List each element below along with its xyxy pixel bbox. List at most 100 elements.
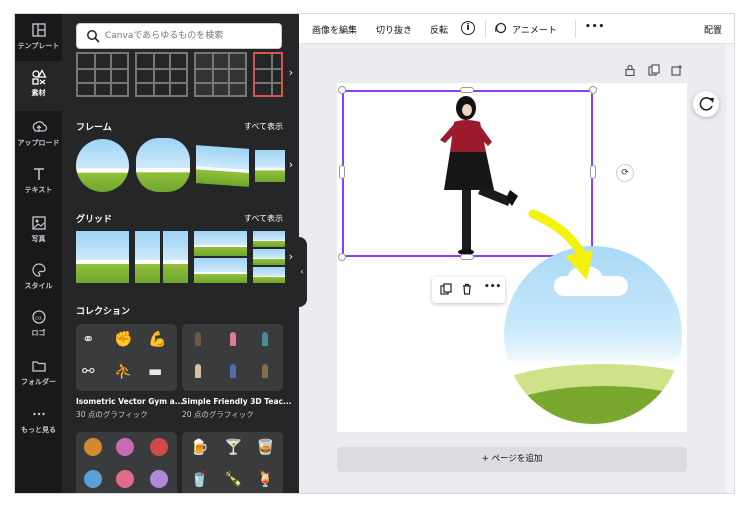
beer-icon: 🍺 — [190, 438, 209, 456]
yellow-arrow-annotation — [528, 209, 593, 280]
rail-item-logo[interactable]: co. ロゴ — [15, 301, 62, 351]
grid-thumbnail[interactable] — [253, 231, 285, 283]
resize-handle[interactable] — [460, 254, 474, 260]
rail-item-palette[interactable]: スタイル — [15, 254, 62, 304]
rail-item-text[interactable]: テキスト — [15, 158, 62, 208]
rail-item-photo[interactable]: 写真 — [15, 207, 62, 257]
edit-image-button[interactable]: 画像を編集 — [312, 23, 357, 36]
rail-item-label: ロゴ — [31, 329, 46, 337]
duplicate-page-icon[interactable] — [648, 64, 660, 76]
rail-item-label: もっと見る — [21, 426, 56, 434]
rail-item-template[interactable]: テンプレート — [15, 14, 62, 64]
rotate-icon: ⟳ — [621, 168, 629, 178]
canvas-scrollbar[interactable] — [726, 44, 734, 493]
teacher-figure-icon — [230, 364, 236, 378]
collection-title-gym: Isometric Vector Gym a... — [76, 397, 184, 406]
duplicate-element-button[interactable] — [440, 283, 452, 298]
grid-thumbnail[interactable] — [194, 231, 247, 283]
rail-item-label: アップロード — [17, 139, 60, 147]
trash-icon — [463, 283, 471, 295]
cocktail-icon: 🍸 — [224, 438, 243, 456]
collection-card-teacher[interactable] — [182, 324, 283, 391]
top-toolbar: 画像を編集 切り抜き 反転 i アニメート ••• 配置 — [299, 14, 734, 44]
can-icon: 🥤 — [190, 470, 209, 488]
rail-item-more[interactable]: もっと見る — [15, 398, 62, 448]
chevron-right-icon[interactable]: › — [284, 66, 298, 80]
lifter-icon: ⛹ — [114, 362, 133, 380]
chevron-right-icon[interactable]: › — [284, 250, 298, 264]
barbell-icon: ▬ — [148, 362, 163, 380]
elements-panel: › フレーム すべて表示 › グリッド すべて表示 › コレクション ⚭ — [62, 14, 299, 493]
grid-thumbnail[interactable] — [76, 231, 129, 283]
teacher-figure-icon — [262, 332, 268, 346]
rail-item-label: スタイル — [24, 282, 53, 290]
badge-frame[interactable] — [136, 138, 190, 192]
search-icon — [87, 30, 100, 43]
delete-element-button[interactable] — [461, 283, 473, 298]
sticker-icon — [150, 438, 168, 456]
collection-title-teacher: Simple Friendly 3D Teac... — [182, 397, 292, 406]
rail-item-elements[interactable]: 素材 — [15, 61, 62, 111]
flip-button[interactable]: 反転 — [430, 23, 448, 36]
info-button[interactable]: i — [461, 21, 475, 35]
teacher-figure-icon — [262, 364, 268, 378]
weight-icon: ⚯ — [82, 362, 95, 380]
wave-frame[interactable] — [196, 145, 249, 187]
animate-label: アニメート — [512, 26, 557, 36]
more-icon — [32, 412, 45, 416]
table-thumbnail[interactable] — [194, 52, 247, 97]
resize-handle[interactable] — [460, 87, 474, 93]
resize-handle[interactable] — [590, 165, 596, 179]
collection-card-drinks[interactable]: 🍺 🍸 🥃 🥤 🍾 🍹 — [182, 432, 283, 493]
bottle-icon: 🍾 — [224, 470, 243, 488]
more-options-button[interactable]: ••• — [585, 22, 605, 32]
search-box[interactable] — [76, 23, 282, 49]
sticker-icon — [116, 470, 134, 488]
elements-icon — [31, 69, 47, 85]
chevron-right-icon[interactable]: › — [284, 158, 298, 172]
sticker-icon — [116, 438, 134, 456]
table-thumbnail[interactable] — [76, 52, 129, 97]
resize-handle[interactable] — [339, 165, 345, 179]
collection-card-stickers[interactable] — [76, 432, 177, 493]
refresh-button[interactable] — [693, 91, 719, 117]
sticker-icon — [84, 438, 102, 456]
glass-icon: 🥃 — [256, 438, 275, 456]
frames-title: フレーム — [76, 123, 112, 133]
collapse-panel-button[interactable]: ‹ — [297, 237, 307, 307]
crop-button[interactable]: 切り抜き — [376, 23, 412, 36]
search-input[interactable] — [105, 28, 275, 44]
add-page-button[interactable]: + ページを追加 — [337, 447, 687, 472]
resize-handle[interactable] — [338, 86, 346, 94]
divider — [485, 20, 486, 38]
folder-icon — [31, 361, 46, 372]
divider — [575, 20, 576, 38]
rotate-handle[interactable]: ⟳ — [616, 164, 634, 182]
position-button[interactable]: 配置 — [704, 23, 722, 36]
side-rail: テンプレート 素材アップロード テキスト写真スタイル co. ロゴフォルダーもっと見る — [15, 14, 62, 493]
table-thumbnail[interactable] — [135, 52, 188, 97]
grid-thumbnail[interactable] — [135, 231, 188, 283]
add-page-icon[interactable] — [671, 64, 683, 76]
collection-card-gym[interactable]: ⚭ ✊ 💪 ⚯ ⛹ ▬ — [76, 324, 177, 391]
info-icon: i — [466, 23, 470, 33]
table-thumbnail[interactable] — [253, 52, 283, 97]
photo-icon — [31, 216, 46, 230]
resize-handle[interactable] — [589, 86, 597, 94]
rect-frame[interactable] — [255, 150, 285, 182]
teacher-figure-icon — [195, 332, 201, 346]
rail-item-folder[interactable]: フォルダー — [15, 350, 62, 400]
grids-see-all[interactable]: すべて表示 — [244, 213, 283, 224]
sticker-icon — [84, 470, 102, 488]
more-element-options-button[interactable]: ••• — [484, 282, 501, 292]
resize-handle[interactable] — [338, 253, 346, 261]
logo-icon: co. — [31, 310, 46, 324]
element-context-menu: ••• — [432, 277, 505, 303]
frames-see-all[interactable]: すべて表示 — [244, 121, 283, 132]
collection-count-teacher: 20 点のグラフィック — [182, 410, 254, 419]
rail-item-label: 写真 — [31, 235, 46, 243]
rail-item-label: テキスト — [24, 186, 53, 194]
rail-item-upload[interactable]: アップロード — [15, 111, 62, 161]
lock-icon[interactable] — [624, 64, 636, 76]
circle-frame[interactable] — [76, 139, 129, 192]
